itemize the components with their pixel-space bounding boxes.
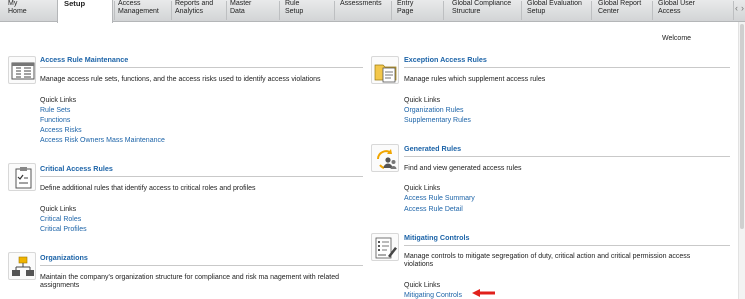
organizations-description-line1: Maintain the company's organization stru… [40, 274, 339, 281]
tab-global-report-center[interactable]: Global Report Center [598, 0, 650, 22]
mitigating-controls-description-line1: Manage controls to mitigate segregation … [404, 253, 691, 260]
organizations-title[interactable]: Organizations [40, 253, 88, 262]
tab-label-line2: Center [598, 7, 620, 15]
tab-label-line2: Setup [527, 7, 546, 15]
tab-label-line1: Reports and [175, 0, 214, 7]
link-access-risk-owners-mass-maintenance[interactable]: Access Risk Owners Mass Maintenance [40, 137, 165, 144]
tab-divider [521, 1, 522, 20]
link-supplementary-rules[interactable]: Supplementary Rules [404, 117, 471, 124]
tab-divider [652, 1, 653, 20]
clipboard-check-icon [8, 163, 36, 191]
quick-links-label: Quick Links [404, 185, 441, 192]
generated-rules-title[interactable]: Generated Rules [404, 144, 461, 153]
red-arrow-icon [472, 289, 496, 299]
tab-rule-setup[interactable]: Rule Setup [285, 0, 333, 22]
quick-links-label: Quick Links [40, 97, 77, 104]
exception-access-rules-title[interactable]: Exception Access Rules [404, 55, 487, 64]
tab-label-line2: Setup [285, 7, 304, 15]
tab-my-home[interactable]: My Home [8, 0, 50, 22]
list-pen-icon [371, 233, 399, 261]
tab-global-evaluation-setup[interactable]: Global Evaluation Setup [527, 0, 589, 22]
link-organization-rules[interactable]: Organization Rules [404, 107, 464, 114]
section-divider [404, 67, 730, 68]
tab-global-compliance-structure[interactable]: Global Compliance Structure [452, 0, 520, 22]
tab-global-user-access[interactable]: Global User Access [658, 0, 706, 22]
tab-label-line1: Master [230, 0, 252, 7]
refresh-users-icon [371, 144, 399, 172]
chevron-right-icon[interactable]: › [741, 3, 744, 13]
link-mitigating-controls[interactable]: Mitigating Controls [404, 292, 462, 299]
mitigating-controls-description-line2: violations [404, 261, 434, 269]
tab-entry-page[interactable]: Entry Page [397, 0, 441, 22]
tab-label-line1: Assessments [340, 0, 382, 7]
link-critical-profiles[interactable]: Critical Profiles [40, 226, 87, 233]
mitigating-controls-title[interactable]: Mitigating Controls [404, 233, 469, 242]
tab-label-line2: Analytics [175, 7, 204, 15]
tab-label-line2: Data [230, 7, 245, 15]
tab-label-line2: Management [118, 7, 159, 15]
tab-divider [171, 1, 172, 20]
link-rule-sets[interactable]: Rule Sets [40, 107, 70, 114]
tab-divider [391, 1, 392, 20]
tab-label-line1: Global Compliance [452, 0, 512, 7]
mitigating-controls-description: Manage controls to mitigate segregation … [404, 253, 734, 270]
critical-access-rules-title[interactable]: Critical Access Rules [40, 164, 113, 173]
tab-label-line2: Page [397, 7, 414, 15]
critical-access-rules-description: Define additional rules that identify ac… [40, 185, 256, 192]
vertical-scrollbar[interactable] [738, 22, 745, 299]
tab-label-line1: Entry [397, 0, 414, 7]
access-rule-maintenance-description: Manage access rule sets, functions, and … [40, 76, 321, 83]
tab-label-line1: Global Report [598, 0, 642, 7]
tab-setup[interactable]: Setup [57, 0, 113, 23]
org-chart-icon [8, 252, 36, 280]
tab-master-data[interactable]: Master Data [230, 0, 278, 22]
tab-label-line1: Rule [285, 0, 300, 7]
tab-divider [226, 1, 227, 20]
organizations-description: Maintain the company's organization stru… [40, 274, 370, 291]
quick-links-label: Quick Links [40, 206, 77, 213]
tab-label-line2: Structure [452, 7, 481, 15]
tab-label-line1: Global User [658, 0, 695, 7]
quick-links-label: Quick Links [404, 282, 441, 289]
section-divider [40, 176, 363, 177]
tab-assessments[interactable]: Assessments [340, 0, 390, 22]
exception-access-rules-description: Manage rules which supplement access rul… [404, 76, 546, 83]
link-access-rule-detail[interactable]: Access Rule Detail [404, 206, 463, 213]
scrollbar-thumb[interactable] [740, 24, 744, 229]
section-divider [40, 265, 363, 266]
tab-reports-and-analytics[interactable]: Reports and Analytics [175, 0, 225, 22]
tab-label-line2: Access [658, 7, 681, 15]
link-critical-roles[interactable]: Critical Roles [40, 216, 81, 223]
welcome-text: Welcome [662, 35, 692, 42]
folder-document-icon [371, 56, 399, 84]
link-access-risks[interactable]: Access Risks [40, 127, 82, 134]
tab-label-line1: Access [118, 0, 141, 7]
tab-label-line2: Home [8, 7, 27, 15]
tab-label-line1: Global Evaluation [527, 0, 582, 7]
top-navigation-bar: My Home Setup Access Management Reports … [0, 0, 745, 23]
tab-divider [279, 1, 280, 20]
tab-divider [443, 1, 444, 20]
section-divider [404, 245, 730, 246]
chevron-left-icon[interactable]: ‹ [735, 3, 738, 13]
tab-divider [114, 1, 115, 20]
organizations-description-line2: assignments [40, 282, 80, 290]
link-functions[interactable]: Functions [40, 117, 70, 124]
generated-rules-description: Find and view generated access rules [404, 165, 522, 172]
tab-label-line1: Setup [64, 0, 86, 8]
tab-divider [591, 1, 592, 20]
tab-label-line1: My [8, 0, 18, 7]
access-rule-maintenance-title[interactable]: Access Rule Maintenance [40, 55, 128, 64]
tab-divider [733, 1, 734, 20]
section-divider [40, 67, 363, 68]
tab-divider [334, 1, 335, 20]
link-access-rule-summary[interactable]: Access Rule Summary [404, 195, 475, 202]
table-list-icon [8, 56, 36, 84]
section-divider [404, 156, 730, 157]
quick-links-label: Quick Links [404, 97, 441, 104]
tab-access-management[interactable]: Access Management [118, 0, 170, 22]
